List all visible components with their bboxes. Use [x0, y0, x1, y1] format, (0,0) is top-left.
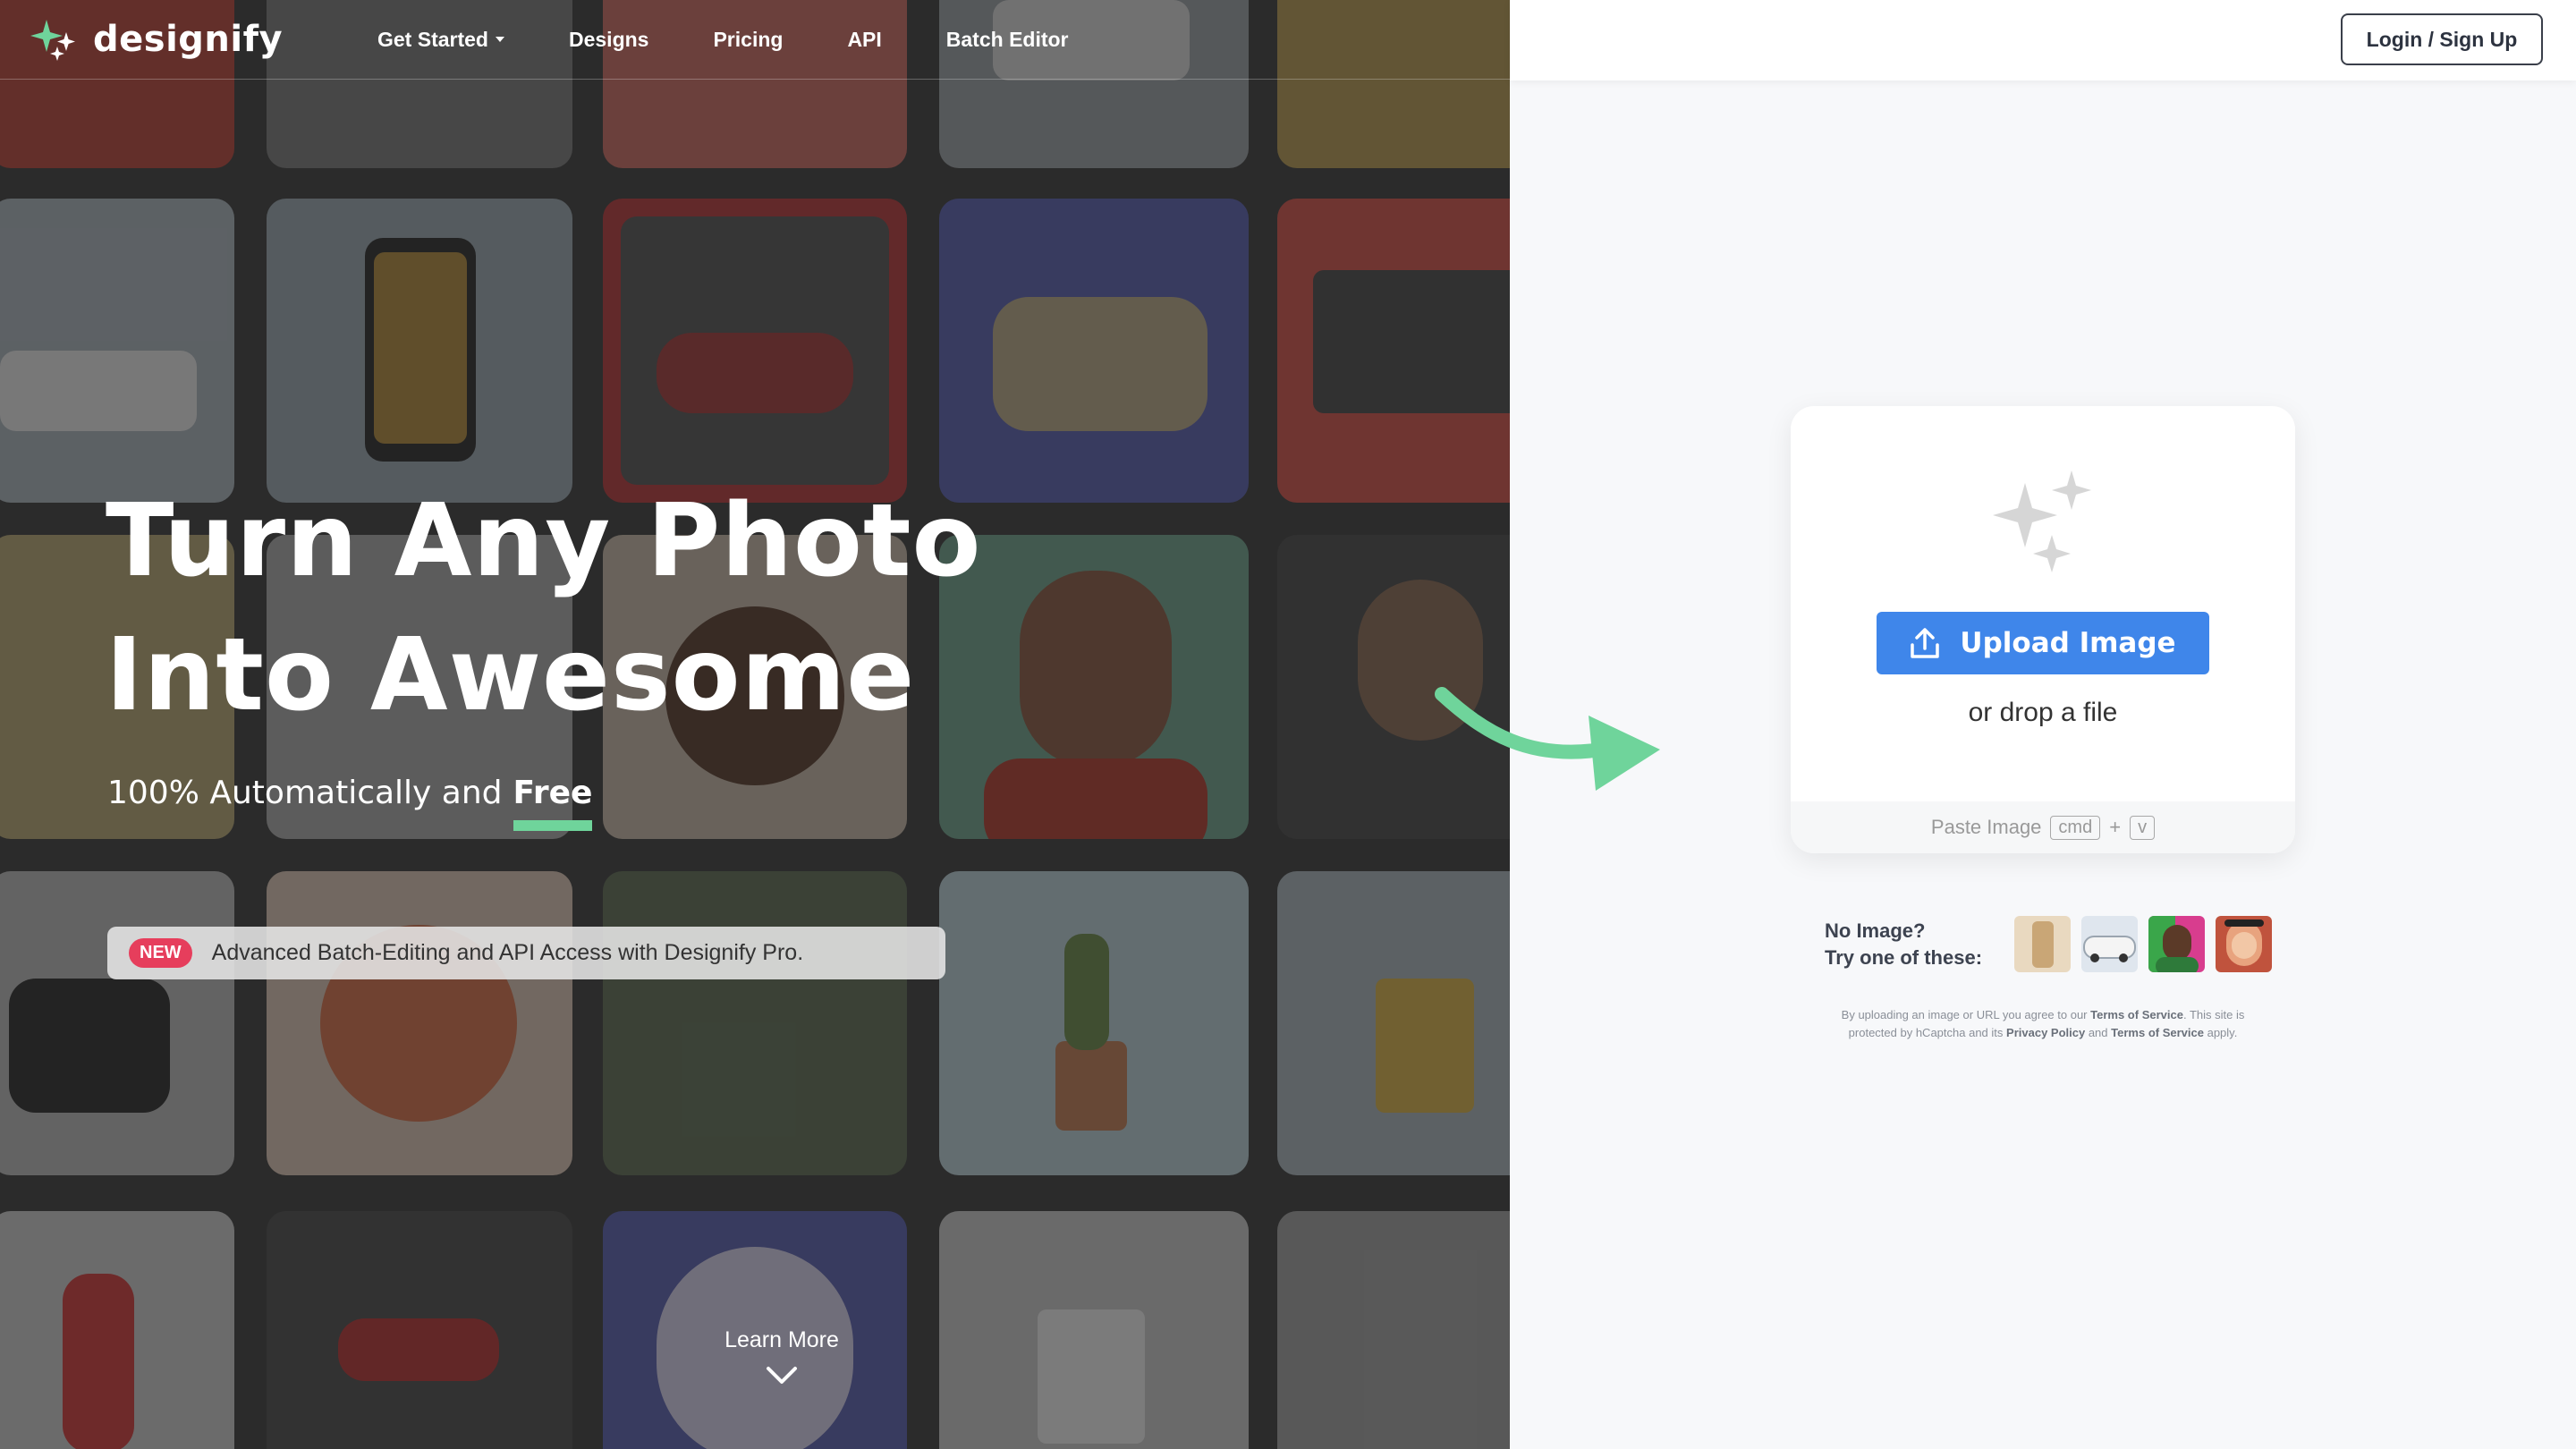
nav-label: Designs: [568, 27, 649, 51]
nav-label: Batch Editor: [945, 27, 1069, 51]
samples-label-line-2: Try one of these:: [1825, 945, 1983, 969]
nav-label: Get Started: [377, 27, 488, 51]
upload-card[interactable]: Upload Image or drop a file Paste Image …: [1791, 406, 2295, 853]
legal-notice: By uploading an image or URL you agree t…: [1816, 1006, 2270, 1042]
chevron-down-icon: [767, 1367, 797, 1384]
hero-headline: Turn Any Photo Into Awesome: [106, 474, 1089, 742]
learn-more-link[interactable]: Learn More: [698, 1327, 866, 1385]
drop-file-hint: or drop a file: [1968, 698, 2118, 727]
pro-promo-banner[interactable]: NEW Advanced Batch-Editing and API Acces…: [107, 927, 945, 979]
nav-designs[interactable]: Designs: [569, 23, 648, 55]
terms-of-service-link[interactable]: Terms of Service: [2111, 1026, 2204, 1039]
new-badge: NEW: [129, 938, 192, 968]
sparkle-logo-icon: [30, 20, 75, 61]
nav-get-started[interactable]: Get Started: [377, 23, 504, 55]
chevron-down-icon: [495, 37, 504, 42]
sample-man-thumbnail[interactable]: [2148, 916, 2205, 972]
terms-of-service-link[interactable]: Terms of Service: [2090, 1008, 2183, 1021]
legal-text: and: [2088, 1026, 2108, 1039]
upload-image-button[interactable]: Upload Image: [1877, 612, 2209, 674]
nav-label: Pricing: [713, 27, 784, 51]
brand-logo[interactable]: designify: [30, 16, 283, 63]
headline-line-1: Turn Any Photo: [106, 483, 982, 599]
sample-product-thumbnail[interactable]: [2014, 916, 2071, 972]
login-signup-button[interactable]: Login / Sign Up: [2341, 13, 2543, 65]
hero-subheadline: 100% Automatically and Free: [107, 775, 592, 831]
sparkles-icon: [1993, 470, 2091, 572]
sample-woman-thumbnail[interactable]: [2216, 916, 2272, 972]
plus-sign: +: [2109, 816, 2122, 838]
paste-image-hint: Paste Image cmd + v: [1791, 801, 2295, 853]
sample-car-thumbnail[interactable]: [2081, 916, 2138, 972]
nav-batch-editor[interactable]: Batch Editor: [946, 23, 1069, 55]
cmd-key: cmd: [2050, 815, 2101, 840]
subheadline-highlight: Free: [513, 775, 592, 831]
nav-api[interactable]: API: [847, 23, 881, 55]
nav-label: API: [847, 27, 882, 51]
v-key: v: [2130, 815, 2156, 840]
legal-text: apply.: [2207, 1026, 2238, 1039]
upload-icon: [1911, 628, 1940, 658]
brand-name: designify: [93, 19, 284, 60]
nav-pricing[interactable]: Pricing: [713, 23, 783, 55]
curved-arrow-icon: [1435, 687, 1660, 791]
top-navigation: designify Get Started Designs Pricing AP…: [0, 0, 1510, 80]
right-header: Login / Sign Up: [1510, 0, 2576, 80]
promo-text: Advanced Batch-Editing and API Access wi…: [211, 940, 804, 965]
learn-more-label: Learn More: [724, 1327, 839, 1352]
hero-section: designify Get Started Designs Pricing AP…: [0, 0, 1510, 1449]
privacy-policy-link[interactable]: Privacy Policy: [2006, 1026, 2085, 1039]
headline-line-2: Into Awesome: [106, 617, 916, 733]
samples-label: No Image? Try one of these:: [1825, 918, 2004, 971]
main-nav: Get Started Designs Pricing API Batch Ed…: [377, 23, 1133, 55]
subheadline-text: 100% Automatically and: [107, 775, 503, 811]
legal-text: By uploading an image or URL you agree t…: [1841, 1008, 2088, 1021]
samples-label-line-1: No Image?: [1825, 919, 1926, 942]
upload-button-label: Upload Image: [1960, 627, 2176, 659]
sample-images: No Image? Try one of these:: [1825, 916, 2272, 972]
paste-label: Paste Image: [1930, 816, 2042, 838]
